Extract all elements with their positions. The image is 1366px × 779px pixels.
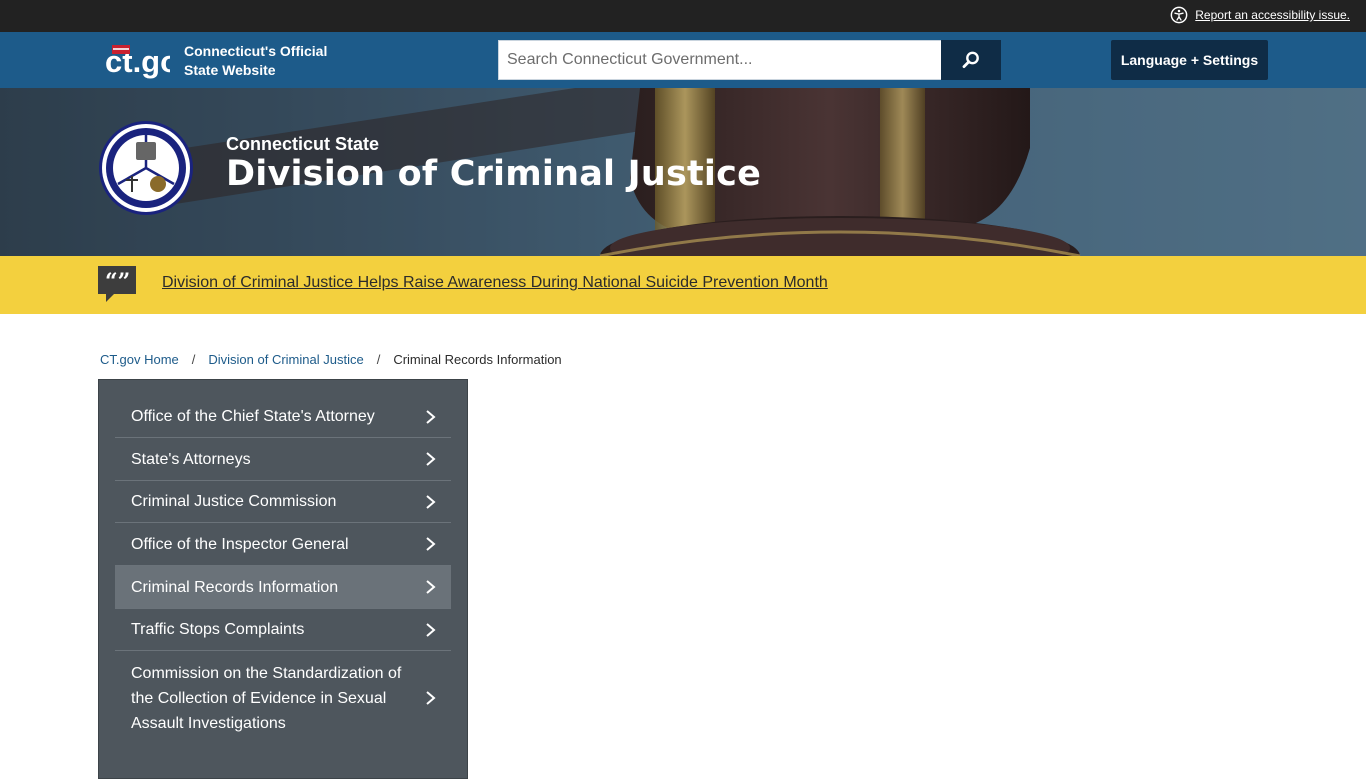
site-name[interactable]: Connecticut's Official State Website — [184, 42, 327, 80]
sidenav-item-label: Office of the Inspector General — [131, 535, 349, 553]
breadcrumb-ct-gov-home[interactable]: CT.gov Home — [100, 352, 179, 367]
chevron-right-icon — [426, 409, 436, 424]
criminal-justice-seal[interactable] — [98, 120, 194, 216]
sidenav-item-label: Commission on the Standardization of the… — [131, 664, 402, 732]
chevron-right-icon — [426, 452, 436, 466]
chevron-right-icon — [426, 494, 436, 509]
accessibility-report-link[interactable]: Report an accessibility issue. — [1170, 6, 1350, 24]
chevron-right-icon — [426, 622, 436, 637]
sidenav-item-label: State's Attorneys — [131, 450, 251, 468]
accessibility-icon — [1170, 6, 1188, 24]
site-header: ct.gov Connecticut's Official State Webs… — [0, 32, 1366, 88]
hero-subtitle: Connecticut State — [226, 134, 380, 154]
sidenav-item-chief-states-attorney[interactable]: Office of the Chief State's Attorney — [115, 396, 451, 438]
utility-bar: Report an accessibility issue. — [0, 0, 1366, 32]
sidenav-item-criminal-records-information[interactable]: Criminal Records Information — [115, 566, 451, 609]
breadcrumb: CT.gov Home / Division of Criminal Justi… — [100, 352, 562, 367]
language-settings-button[interactable]: Language + Settings — [1111, 40, 1268, 80]
sidenav-item-label: Office of the Chief State's Attorney — [131, 408, 375, 425]
breadcrumb-division[interactable]: Division of Criminal Justice — [208, 352, 363, 367]
search-form — [498, 40, 1001, 80]
breadcrumb-current: Criminal Records Information — [393, 352, 562, 367]
sidenav-item-label: Criminal Justice Commission — [131, 493, 337, 510]
news-alert-bar: “” Division of Criminal Justice Helps Ra… — [0, 256, 1366, 314]
chevron-right-icon — [426, 691, 436, 705]
site-name-line1: Connecticut's Official — [184, 43, 328, 59]
sidenav-item-states-attorneys[interactable]: State's Attorneys — [115, 438, 451, 481]
sidenav-item-traffic-stops-complaints[interactable]: Traffic Stops Complaints — [115, 609, 451, 651]
breadcrumb-separator: / — [191, 352, 196, 367]
page-title: Division of Criminal Justice — [226, 154, 762, 194]
quote-icon: “” — [98, 266, 136, 302]
sidenav-item-criminal-justice-commission[interactable]: Criminal Justice Commission — [115, 481, 451, 523]
chevron-right-icon — [426, 580, 436, 594]
search-icon — [962, 51, 979, 68]
sidenav-item-inspector-general[interactable]: Office of the Inspector General — [115, 523, 451, 566]
hero-banner: Connecticut State Division of Criminal J… — [0, 88, 1366, 256]
accessibility-link-label: Report an accessibility issue. — [1195, 8, 1350, 22]
search-button[interactable] — [941, 40, 1001, 80]
sidenav-item-label: Criminal Records Information — [131, 578, 339, 596]
ct-gov-logo[interactable]: ct.gov — [104, 41, 170, 81]
search-input[interactable] — [498, 40, 941, 80]
svg-text:“”: “” — [105, 269, 130, 295]
sidenav-item-sexual-assault-evidence-commission[interactable]: Commission on the Standardization of the… — [115, 651, 451, 745]
site-name-line2: State Website — [184, 62, 276, 78]
chevron-right-icon — [426, 537, 436, 551]
sidenav-item-label: Traffic Stops Complaints — [131, 621, 305, 638]
alert-news-link[interactable]: Division of Criminal Justice Helps Raise… — [162, 274, 828, 292]
side-navigation: Office of the Chief State's Attorney Sta… — [98, 379, 468, 779]
breadcrumb-separator: / — [376, 352, 381, 367]
